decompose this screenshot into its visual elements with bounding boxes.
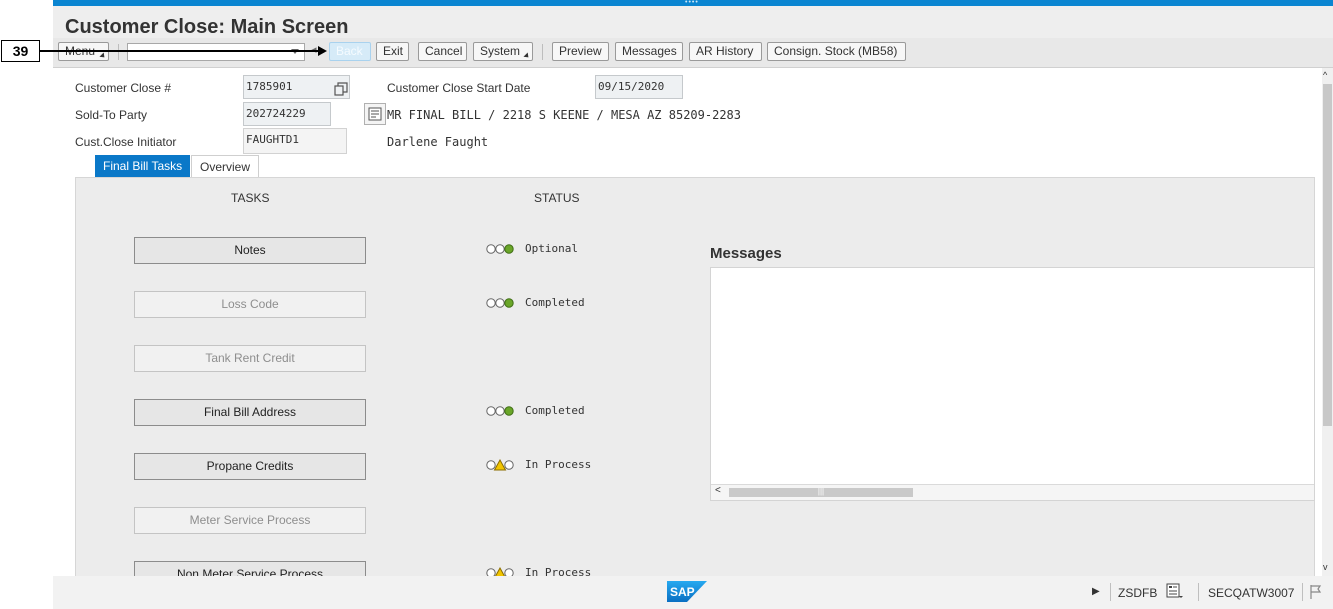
dropdown-corner-icon [99,52,107,60]
preview-button[interactable]: Preview [552,42,609,61]
scrollbar-thumb[interactable]: ||| [729,488,913,497]
callout-arrow-head [318,46,327,56]
consignment-stock-button[interactable]: Consign. Stock (MB58) [767,42,906,61]
transaction-code: ZSDFB [1118,586,1158,600]
scroll-up-icon[interactable]: ^ [1323,70,1327,80]
traffic-light-green-icon [486,298,514,308]
command-field[interactable] [127,43,305,61]
sap-logo-text: SAP [670,585,695,599]
task-final-bill-address-button[interactable]: Final Bill Address [134,399,366,426]
exit-button[interactable]: Exit [376,42,409,61]
messages-horizontal-scrollbar[interactable]: < ||| [711,484,1314,500]
cancel-button[interactable]: Cancel [418,42,467,61]
copy-icon[interactable] [334,82,348,96]
status-text: In Process [525,566,592,576]
initiator-name: Darlene Faught [387,135,489,149]
status-text: Optional [525,242,578,255]
sold-to-address: MR FINAL BILL / 2218 S KEENE / MESA AZ 8… [387,108,742,122]
vertical-scrollbar[interactable]: ^ v [1322,68,1333,576]
traffic-light-green-icon [486,406,514,416]
traffic-light-green-icon [486,244,514,254]
sap-window: •••• Customer Close: Main Screen Menu ◂ … [53,0,1333,609]
customer-close-number-field[interactable]: 1785901 [243,75,350,99]
traffic-light-yellow-icon [486,567,514,576]
start-date-label: Customer Close Start Date [387,81,531,95]
scrollbar-thumb[interactable] [1323,84,1332,426]
toolbar-separator [118,44,119,60]
tab-overview[interactable]: Overview [191,155,260,177]
tasks-column-header: TASKS [231,191,270,205]
messages-button[interactable]: Messages [615,42,683,61]
ar-history-button[interactable]: AR History [689,42,762,61]
task-tank-rent-credit-button[interactable]: Tank Rent Credit [134,345,366,372]
system-name: SECQATW3007 [1208,586,1295,600]
tab-final-bill-tasks[interactable]: Final Bill Tasks [95,155,191,177]
main-content: Customer Close # 1785901 Customer Close … [53,68,1322,576]
status-text: In Process [525,458,592,471]
status-bar: SAP ▶ ZSDFB SECQATW3007 [53,576,1333,609]
title-bar: Customer Close: Main Screen [53,6,1333,38]
messages-area[interactable]: < ||| [710,267,1315,501]
system-button[interactable]: System [473,42,533,61]
initiator-label: Cust.Close Initiator [75,135,177,149]
customer-close-number-value: 1785901 [246,80,293,93]
traffic-light-yellow-icon [486,459,514,471]
sold-to-field[interactable]: 202724229 [243,102,331,126]
dropdown-corner-icon [523,52,531,60]
status-text: Completed [525,296,585,309]
step-callout-number: 39 [1,40,40,62]
statusbar-separator [1198,583,1199,601]
page-title: Customer Close: Main Screen [65,16,349,38]
start-date-field[interactable]: 09/15/2020 [595,75,683,99]
status-column-header: STATUS [534,191,580,205]
sold-to-label: Sold-To Party [75,108,148,122]
application-toolbar: Menu ◂ ▸ Back Exit Cancel System Preview… [53,38,1333,68]
initiator-field[interactable]: FAUGHTD1 [243,128,347,154]
task-loss-code-button[interactable]: Loss Code [134,291,366,318]
scroll-left-icon[interactable]: < [715,485,721,496]
statusbar-separator [1110,583,1111,601]
expand-status-icon[interactable]: ▶ [1092,586,1100,597]
task-propane-credits-button[interactable]: Propane Credits [134,453,366,480]
toolbar-separator [542,44,543,60]
status-text: Completed [525,404,585,417]
system-button-label: System [480,44,521,58]
statusbar-separator [1302,583,1303,601]
sold-to-details-button[interactable] [364,103,386,125]
details-list-icon [368,107,382,121]
task-meter-service-button[interactable]: Meter Service Process [134,507,366,534]
back-button[interactable]: Back [329,42,371,61]
flag-icon[interactable] [1309,584,1323,603]
final-bill-tasks-panel: TASKS STATUS Notes Optional Loss Code Co… [75,177,1315,576]
sap-logo: SAP [667,581,707,602]
task-notes-button[interactable]: Notes [134,237,366,264]
system-info-icon[interactable] [1166,583,1184,602]
callout-arrow-line [40,50,322,52]
messages-title: Messages [710,245,782,262]
scroll-down-icon[interactable]: v [1323,562,1328,572]
task-non-meter-service-button[interactable]: Non Meter Service Process [134,561,366,576]
customer-close-number-label: Customer Close # [75,81,172,95]
